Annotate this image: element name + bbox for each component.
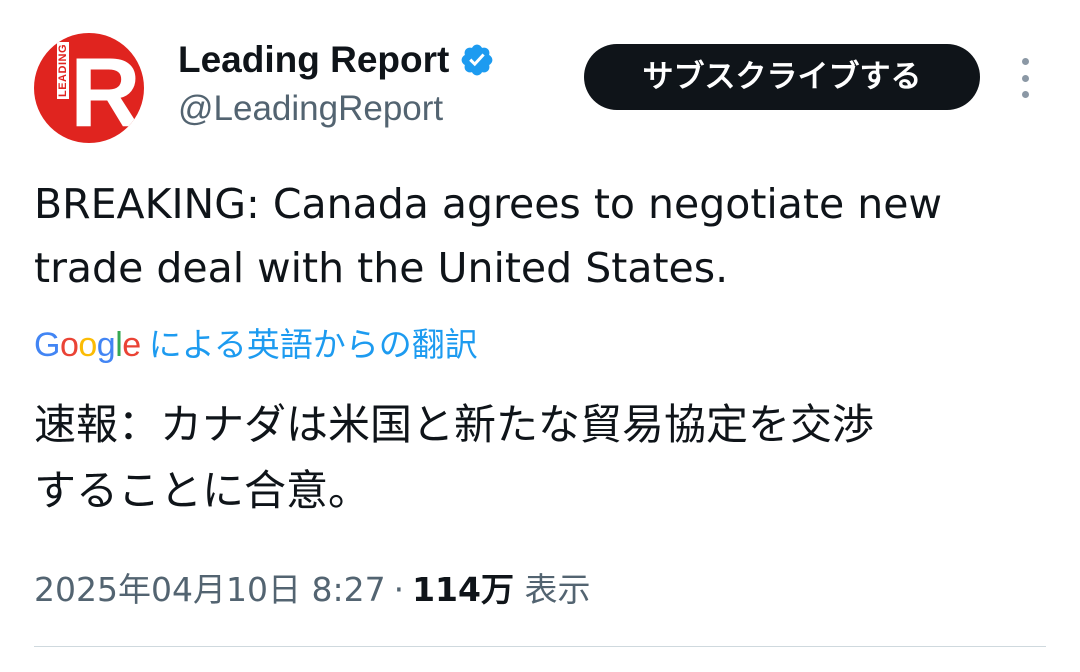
tweet-text: BREAKING: Canada agrees to negotiate new… — [34, 180, 943, 292]
translation-label[interactable]: による英語からの翻訳 — [149, 322, 478, 368]
timestamp[interactable]: 2025年04月10日 8:27 — [34, 566, 386, 614]
translation-attribution[interactable]: Google による英語からの翻訳 — [34, 322, 478, 368]
more-dot — [1021, 58, 1029, 65]
meta-separator: · — [393, 570, 405, 609]
avatar-logo-letter: R — [70, 37, 141, 143]
more-dot — [1021, 74, 1029, 82]
divider — [34, 646, 1046, 647]
avatar-logo-text: LEADING — [57, 42, 69, 99]
more-vertical-icon[interactable] — [1010, 58, 1040, 98]
author-name-row: Leading Report — [178, 38, 495, 82]
tweet-meta: 2025年04月10日 8:27 · 114万 表示 — [34, 566, 590, 614]
avatar[interactable]: R LEADING — [34, 33, 144, 143]
user-handle[interactable]: @LeadingReport — [178, 88, 443, 130]
verified-badge-icon[interactable] — [459, 42, 495, 78]
views-count: 114万 — [412, 570, 514, 609]
translated-text: 速報：カナダは米国と新たな貿易協定を交渉 することに合意。 — [34, 400, 875, 515]
display-name[interactable]: Leading Report — [178, 38, 449, 82]
subscribe-button[interactable]: サブスクライブする — [584, 44, 980, 110]
more-dot — [1021, 91, 1029, 98]
views-label: 表示 — [524, 570, 591, 609]
google-logo: Google — [34, 326, 141, 364]
